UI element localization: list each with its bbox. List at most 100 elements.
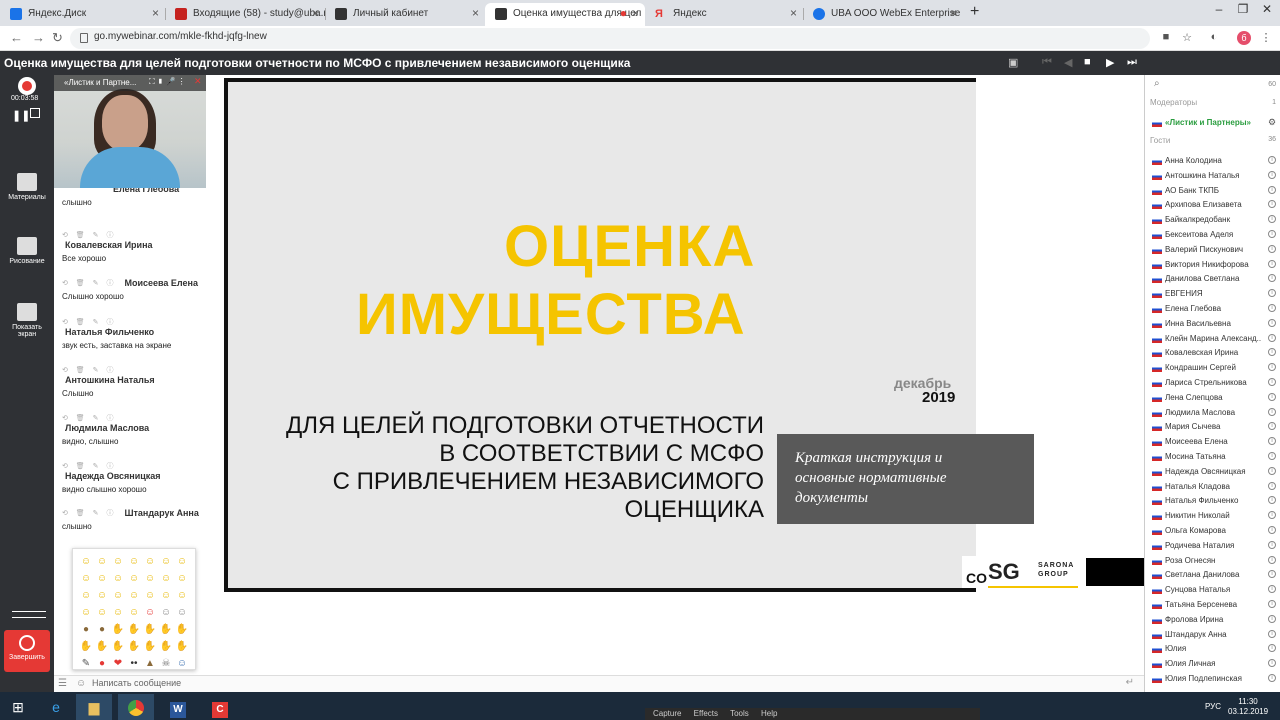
info-icon[interactable]: i xyxy=(1268,170,1276,179)
extension-icon[interactable]: ◐ xyxy=(1207,31,1221,45)
star-icon[interactable]: ☆ xyxy=(1180,31,1194,45)
info-icon[interactable]: i xyxy=(1268,466,1276,475)
participant-item[interactable]: Сунцова Наталья i xyxy=(1145,585,1280,600)
info-icon[interactable]: i xyxy=(1268,496,1276,505)
info-icon[interactable]: i xyxy=(1268,200,1276,209)
record-button[interactable] xyxy=(18,77,36,95)
drawing-button[interactable]: Рисование xyxy=(0,237,54,265)
info-icon[interactable]: i xyxy=(1268,348,1276,357)
participant-item[interactable]: Наталья Фильченко i xyxy=(1145,496,1280,511)
participant-item[interactable]: Ольга Комарова i xyxy=(1145,526,1280,541)
minimize-button[interactable]: – xyxy=(1208,0,1230,20)
participant-item[interactable]: Ковалевская Ирина i xyxy=(1145,348,1280,363)
pause-icon[interactable]: ❚❚ xyxy=(12,109,30,122)
participant-item[interactable]: Лариса Стрельникова i xyxy=(1145,378,1280,393)
fullscreen-icon[interactable] xyxy=(30,108,40,118)
tab-yandex-disk[interactable]: Яндекс.Диск × xyxy=(0,3,165,26)
menu-icon[interactable]: ⋮ xyxy=(1259,31,1273,45)
emoji-picker[interactable]: ☺ ☺ ☺ ☺ ☺ ☺ ☺ ☺ ☺ ☺ ☺ ☺ ☺ ☺ ☺ ☺ ☺ ☺ ☺ ☺ ☺ ☺ ☺ ☺ ☺ ☺ ☺ ☺ ● ● ✋ ✋ ✋ ✋ ✋ … xyxy=(72,548,196,670)
avatar[interactable]: б xyxy=(1237,31,1251,45)
participant-item[interactable]: АО Банк ТКПБ i xyxy=(1145,185,1280,201)
info-icon[interactable]: i xyxy=(1268,511,1276,520)
info-icon[interactable]: i xyxy=(1268,422,1276,431)
participant-item[interactable]: Никитин Николай i xyxy=(1145,511,1280,526)
participant-item[interactable]: Лена Слепцова i xyxy=(1145,392,1280,408)
clock[interactable]: 11:30 03.12.2019 xyxy=(1228,697,1268,717)
video-controls-icon[interactable]: ⛶ ▮ 🎤 ⋮ xyxy=(149,77,186,87)
close-window-button[interactable]: ✕ xyxy=(1256,0,1278,20)
gear-icon[interactable]: ⚙ xyxy=(1268,117,1276,128)
participant-item[interactable]: Валерий Пискунович i xyxy=(1145,244,1280,260)
prev-slide-icon[interactable]: ◀ xyxy=(1064,56,1072,69)
chat-input[interactable]: Написать сообщение xyxy=(92,678,181,688)
materials-button[interactable]: Материалы xyxy=(0,173,54,201)
close-icon[interactable]: × xyxy=(950,3,957,24)
language-indicator[interactable]: РУС xyxy=(1205,702,1221,711)
close-icon[interactable]: × xyxy=(312,3,319,24)
tab-webinar[interactable]: Оценка имущества для цел ● × xyxy=(485,3,645,26)
participant-item[interactable]: Надежда Овсяницкая i xyxy=(1145,466,1280,482)
emoji-icon[interactable]: ☺ xyxy=(76,678,86,689)
tab-inbox[interactable]: Входящие (58) - study@uba.ru × xyxy=(165,3,325,26)
participant-item[interactable]: Фролова Ирина i xyxy=(1145,614,1280,630)
info-icon[interactable]: i xyxy=(1268,318,1276,327)
camera-icon[interactable]: ■ xyxy=(1159,31,1173,45)
volume-slider[interactable] xyxy=(4,608,48,620)
participant-item[interactable]: ЕВГЕНИЯ i xyxy=(1145,289,1280,304)
participant-item[interactable]: Елена Глебова i xyxy=(1145,304,1280,319)
participant-item[interactable]: Антошкина Наталья i xyxy=(1145,170,1280,186)
info-icon[interactable]: i xyxy=(1268,659,1276,668)
info-icon[interactable]: i xyxy=(1268,540,1276,549)
info-icon[interactable]: i xyxy=(1268,333,1276,342)
send-icon[interactable]: ↵ xyxy=(1126,677,1134,688)
participant-item[interactable]: Штандарук Анна i xyxy=(1145,629,1280,645)
participant-item[interactable]: Бексеитова Аделя i xyxy=(1145,230,1280,245)
participant-item[interactable]: Мария Сычева i xyxy=(1145,422,1280,437)
info-icon[interactable]: i xyxy=(1268,481,1276,490)
chrome-icon[interactable] xyxy=(118,694,154,720)
participant-item[interactable]: Виктория Никифорова i xyxy=(1145,259,1280,275)
close-video-icon[interactable]: ✕ xyxy=(194,76,202,87)
info-icon[interactable]: i xyxy=(1268,585,1276,594)
reload-icon[interactable]: ↻ xyxy=(52,30,63,46)
message-actions-icon[interactable]: ⟲ 🗑 ✎ ⓘ xyxy=(62,230,212,240)
word-icon[interactable]: W xyxy=(160,694,196,720)
url-field[interactable]: go.mywebinar.com/mkle-fkhd-jqfg-lnew xyxy=(70,28,1150,49)
camtasia-icon[interactable]: C xyxy=(202,694,238,720)
ie-icon[interactable]: e xyxy=(38,694,74,720)
close-icon[interactable]: × xyxy=(790,3,797,24)
message-actions-icon[interactable]: ⟲ 🗑 ✎ ⓘ xyxy=(62,413,212,423)
next-slide-icon[interactable]: ▶ xyxy=(1106,56,1114,69)
image-icon[interactable]: ▣ xyxy=(1008,56,1018,69)
participant-item[interactable]: Анна Колодина i xyxy=(1145,156,1280,171)
participant-item[interactable]: Юлия i xyxy=(1145,644,1280,659)
close-icon[interactable]: × xyxy=(632,3,639,24)
message-actions-icon[interactable]: ⟲ 🗑 ✎ ⓘ xyxy=(62,317,212,327)
participant-item[interactable]: Моисеева Елена i xyxy=(1145,437,1280,452)
participant-item[interactable]: Архипова Елизавета i xyxy=(1145,200,1280,215)
info-icon[interactable]: i xyxy=(1268,452,1276,460)
first-slide-icon[interactable]: ⏮ xyxy=(1042,56,1052,69)
info-icon[interactable]: i xyxy=(1268,600,1276,608)
message-actions-icon[interactable]: ⟲ 🗑 ✎ ⓘ xyxy=(62,461,212,471)
tab-webex[interactable]: UBA ООО WebEx Enterprise Site× xyxy=(803,3,963,26)
info-icon[interactable]: i xyxy=(1268,437,1276,446)
participant-item[interactable]: Светлана Данилова i xyxy=(1145,570,1280,585)
participant-item[interactable]: Данилова Светлана i xyxy=(1145,274,1280,289)
info-icon[interactable]: i xyxy=(1268,378,1276,386)
info-icon[interactable]: i xyxy=(1268,407,1276,416)
message-actions-icon[interactable]: ⟲ 🗑 ✎ ⓘ xyxy=(62,278,116,288)
maximize-button[interactable]: ❐ xyxy=(1232,0,1254,20)
info-icon[interactable]: i xyxy=(1268,363,1276,372)
finish-button[interactable]: Завершить xyxy=(4,630,50,672)
close-icon[interactable]: × xyxy=(472,3,479,24)
participant-item[interactable]: Юлия Подлепинская i xyxy=(1145,674,1280,689)
participant-item[interactable]: Мосина Татьяна i xyxy=(1145,452,1280,467)
participant-item[interactable]: Роза Огнесян i xyxy=(1145,555,1280,571)
new-tab-button[interactable]: + xyxy=(970,3,979,21)
info-icon[interactable]: i xyxy=(1268,526,1276,534)
tab-yandex[interactable]: Я Яндекс × xyxy=(645,3,803,26)
participant-item[interactable]: Родичева Наталия i xyxy=(1145,540,1280,556)
info-icon[interactable]: i xyxy=(1268,304,1276,312)
share-screen-button[interactable]: Показать экран xyxy=(0,303,54,338)
